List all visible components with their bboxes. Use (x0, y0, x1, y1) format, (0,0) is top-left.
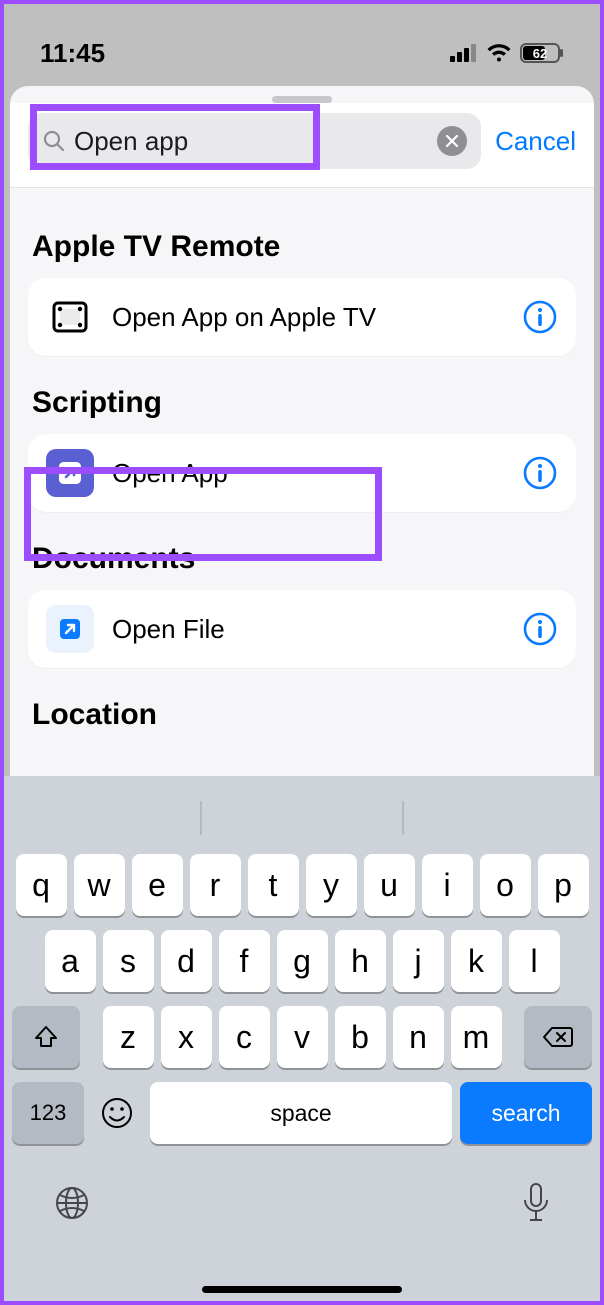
search-field[interactable] (28, 113, 481, 169)
cellular-icon (450, 44, 478, 62)
mic-icon[interactable] (520, 1182, 552, 1224)
status-right: 62 (450, 43, 564, 63)
key-d[interactable]: d (161, 930, 212, 992)
key-j[interactable]: j (393, 930, 444, 992)
divider (200, 801, 202, 835)
keyboard-bottom (4, 1158, 600, 1224)
key-s[interactable]: s (103, 930, 154, 992)
status-time: 11:45 (40, 38, 105, 69)
key-u[interactable]: u (364, 854, 415, 916)
battery-icon: 62 (520, 43, 564, 63)
keyboard-row: a s d f g h j k l (10, 930, 594, 992)
key-r[interactable]: r (190, 854, 241, 916)
keyboard: q w e r t y u i o p a s d f g h j k l (4, 776, 600, 1301)
search-row: Cancel (10, 103, 594, 188)
shift-icon (33, 1024, 59, 1050)
action-label: Open App on Apple TV (112, 302, 504, 333)
section-title: Location (32, 698, 576, 732)
key-b[interactable]: b (335, 1006, 386, 1068)
key-t[interactable]: t (248, 854, 299, 916)
tv-frame-icon (46, 293, 94, 341)
file-arrow-icon (46, 605, 94, 653)
key-n[interactable]: n (393, 1006, 444, 1068)
clear-button[interactable] (437, 126, 467, 156)
action-label: Open App (112, 458, 504, 489)
key-k[interactable]: k (451, 930, 502, 992)
info-icon[interactable] (522, 611, 558, 647)
key-i[interactable]: i (422, 854, 473, 916)
key-c[interactable]: c (219, 1006, 270, 1068)
home-indicator[interactable] (202, 1286, 402, 1293)
backspace-icon (542, 1025, 574, 1049)
key-o[interactable]: o (480, 854, 531, 916)
key-p[interactable]: p (538, 854, 589, 916)
keyboard-row: q w e r t y u i o p (10, 854, 594, 916)
keyboard-row: 123 space search (10, 1082, 594, 1144)
search-icon (42, 129, 66, 153)
key-e[interactable]: e (132, 854, 183, 916)
results-list: Apple TV Remote Open App on Apple TV Scr… (10, 188, 594, 732)
info-icon[interactable] (522, 455, 558, 491)
search-input[interactable] (74, 113, 437, 169)
globe-icon[interactable] (52, 1183, 92, 1223)
key-m[interactable]: m (451, 1006, 502, 1068)
svg-text:62: 62 (533, 46, 547, 61)
key-z[interactable]: z (103, 1006, 154, 1068)
key-g[interactable]: g (277, 930, 328, 992)
key-numbers[interactable]: 123 (12, 1082, 84, 1144)
key-f[interactable]: f (219, 930, 270, 992)
status-bar: 11:45 62 (4, 4, 600, 82)
divider (402, 801, 404, 835)
key-backspace[interactable] (524, 1006, 592, 1068)
key-x[interactable]: x (161, 1006, 212, 1068)
keyboard-row: z x c v b n m (10, 1006, 594, 1068)
key-shift[interactable] (12, 1006, 80, 1068)
key-q[interactable]: q (16, 854, 67, 916)
key-v[interactable]: v (277, 1006, 328, 1068)
section-title: Apple TV Remote (32, 230, 576, 264)
shortcut-arrow-icon (46, 449, 94, 497)
info-icon[interactable] (522, 299, 558, 335)
section-title: Scripting (32, 386, 576, 420)
section-title: Documents (32, 542, 576, 576)
emoji-icon (99, 1095, 135, 1131)
close-icon (445, 134, 459, 148)
sheet-grabber[interactable] (272, 96, 332, 103)
key-emoji[interactable] (92, 1082, 142, 1144)
key-l[interactable]: l (509, 930, 560, 992)
action-open-app-apple-tv[interactable]: Open App on Apple TV (28, 278, 576, 356)
key-h[interactable]: h (335, 930, 386, 992)
wifi-icon (486, 44, 512, 62)
key-y[interactable]: y (306, 854, 357, 916)
action-label: Open File (112, 614, 504, 645)
action-open-app[interactable]: Open App (28, 434, 576, 512)
key-a[interactable]: a (45, 930, 96, 992)
key-w[interactable]: w (74, 854, 125, 916)
key-space[interactable]: space (150, 1082, 452, 1144)
cancel-button[interactable]: Cancel (495, 126, 576, 157)
keyboard-candidates (4, 788, 600, 848)
key-search[interactable]: search (460, 1082, 592, 1144)
action-open-file[interactable]: Open File (28, 590, 576, 668)
